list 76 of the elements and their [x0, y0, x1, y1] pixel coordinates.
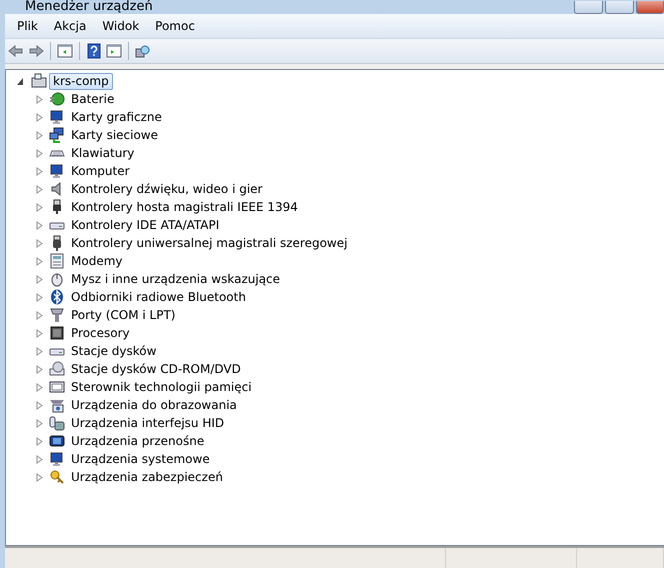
back-icon[interactable] — [8, 43, 24, 59]
expand-arrow-icon[interactable] — [35, 256, 44, 266]
expand-arrow-icon[interactable] — [35, 94, 44, 104]
tree-item[interactable]: krs-comp — [49, 72, 113, 90]
tree-item[interactable]: Urządzenia przenośne — [67, 432, 208, 450]
key-icon — [49, 469, 65, 485]
expand-arrow-icon[interactable] — [35, 400, 44, 410]
help-icon[interactable] — [86, 43, 102, 59]
network-icon — [49, 127, 65, 143]
tree-item[interactable]: Stacje dysków CD-ROM/DVD — [67, 360, 245, 378]
tree-item[interactable]: Kontrolery hosta magistrali IEEE 1394 — [67, 198, 302, 216]
tree-item[interactable]: Klawiatury — [67, 144, 138, 162]
tree-item[interactable]: Urządzenia zabezpieczeń — [67, 468, 227, 486]
port-icon — [49, 307, 65, 323]
menu-item[interactable]: Plik — [9, 19, 46, 33]
expand-arrow-icon[interactable] — [35, 292, 44, 302]
expand-arrow-icon[interactable] — [35, 112, 44, 122]
expand-arrow-icon[interactable] — [35, 382, 44, 392]
tree-item[interactable]: Karty sieciowe — [67, 126, 162, 144]
tree-item[interactable]: Komputer — [67, 162, 134, 180]
collapse-arrow-icon[interactable] — [16, 76, 25, 86]
maximize-button[interactable] — [605, 1, 634, 14]
monitor-icon — [49, 109, 65, 125]
expand-arrow-icon[interactable] — [35, 274, 44, 284]
tree-item[interactable]: Porty (COM i LPT) — [67, 306, 180, 324]
forward-icon[interactable] — [28, 43, 44, 59]
computer-icon — [31, 73, 47, 89]
tree-item[interactable]: Sterownik technologii pamięci — [67, 378, 256, 396]
expand-arrow-icon[interactable] — [35, 310, 44, 320]
tree-item[interactable]: Mysz i inne urządzenia wskazujące — [67, 270, 284, 288]
tree-item[interactable]: Karty graficzne — [67, 108, 166, 126]
mouse-icon — [49, 271, 65, 287]
expand-arrow-icon[interactable] — [35, 436, 44, 446]
expand-arrow-icon[interactable] — [35, 454, 44, 464]
tree-item[interactable]: Kontrolery uniwersalnej magistrali szeregowej — [67, 234, 352, 252]
cd-drive-icon — [49, 361, 65, 377]
action-pane-icon[interactable] — [106, 43, 122, 59]
tree-item[interactable]: Odbiorniki radiowe Bluetooth — [67, 288, 250, 306]
expand-arrow-icon[interactable] — [35, 238, 44, 248]
tree-item[interactable]: Procesory — [67, 324, 134, 342]
menu-item[interactable]: Pomoc — [147, 19, 203, 33]
expand-arrow-icon[interactable] — [35, 220, 44, 230]
menu-item[interactable]: Akcja — [46, 19, 94, 33]
scan-hardware-icon[interactable] — [135, 43, 151, 59]
expand-arrow-icon[interactable] — [35, 202, 44, 212]
tree-item[interactable]: Modemy — [67, 252, 126, 270]
gamepad-icon — [49, 415, 65, 431]
minimize-button[interactable] — [574, 1, 603, 14]
computer-icon — [49, 163, 65, 179]
battery-icon — [49, 91, 65, 107]
menu-item[interactable]: Widok — [94, 19, 148, 33]
system-device-icon — [49, 451, 65, 467]
tree-item[interactable]: Stacje dysków — [67, 342, 160, 360]
portable-device-icon — [49, 433, 65, 449]
expand-arrow-icon[interactable] — [35, 148, 44, 158]
camera-icon — [49, 397, 65, 413]
expand-arrow-icon[interactable] — [35, 184, 44, 194]
expand-arrow-icon[interactable] — [35, 328, 44, 338]
bluetooth-icon — [49, 289, 65, 305]
tree-item[interactable]: Baterie — [67, 90, 118, 108]
tree-item[interactable]: Urządzenia interfejsu HID — [67, 414, 228, 432]
tree-item[interactable]: Kontrolery dźwięku, wideo i gier — [67, 180, 266, 198]
expand-arrow-icon[interactable] — [35, 418, 44, 428]
memory-card-icon — [49, 379, 65, 395]
expand-arrow-icon[interactable] — [35, 166, 44, 176]
tree-item[interactable]: Urządzenia systemowe — [67, 450, 214, 468]
close-button[interactable] — [636, 1, 664, 14]
expand-arrow-icon[interactable] — [35, 364, 44, 374]
expand-arrow-icon[interactable] — [35, 130, 44, 140]
expand-arrow-icon[interactable] — [35, 346, 44, 356]
modem-icon — [49, 253, 65, 269]
expand-arrow-icon[interactable] — [35, 472, 44, 482]
chip-icon — [49, 325, 65, 341]
console-tree-icon[interactable] — [57, 43, 73, 59]
tree-item[interactable]: Urządzenia do obrazowania — [67, 396, 241, 414]
tree-item[interactable]: Kontrolery IDE ATA/ATAPI — [67, 216, 224, 234]
